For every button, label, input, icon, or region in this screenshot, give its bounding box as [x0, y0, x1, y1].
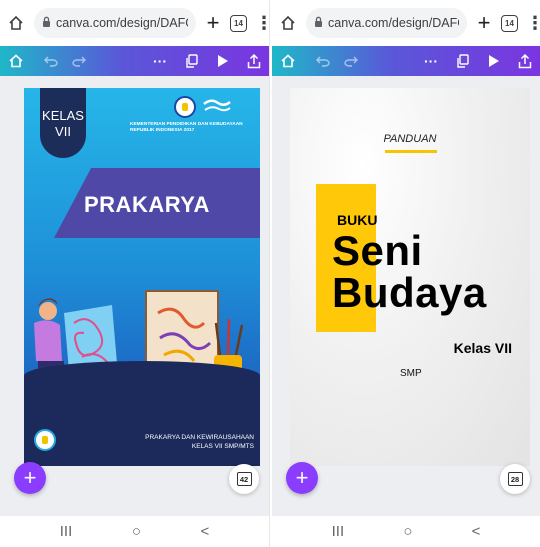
page-count-icon: 28	[507, 472, 523, 486]
add-element-button[interactable]: +	[286, 462, 318, 494]
lock-icon	[42, 14, 51, 32]
cover-footer-text: PRAKARYA DAN KEWIRAUSAHAAN KELAS VII SMP…	[104, 433, 254, 451]
pages-icon[interactable]	[456, 49, 470, 73]
back-nav-icon[interactable]: <	[200, 523, 209, 540]
home-icon[interactable]	[6, 13, 26, 33]
more-options-button[interactable]: ···	[424, 49, 438, 73]
cover-smp: SMP	[400, 368, 422, 379]
play-icon[interactable]	[488, 49, 500, 73]
tab-switcher-button[interactable]: 14	[230, 14, 247, 32]
browser-bar: canva.com/design/DAFG + 14 ⋮	[272, 0, 540, 46]
canva-home-icon[interactable]	[8, 49, 24, 73]
right-pane: canva.com/design/DAFG + 14 ⋮ ··· PANDUAN	[272, 0, 540, 547]
home-nav-icon[interactable]: ○	[403, 523, 412, 540]
footer-line-1: PRAKARYA DAN KEWIRAUSAHAAN	[145, 434, 254, 441]
recents-nav-icon[interactable]: III	[60, 523, 73, 540]
prakarya-cover-page[interactable]: KELAS VII KEMENTERIAN PENDIDIKAN DAN KEB…	[24, 88, 260, 466]
canva-toolbar: ···	[272, 46, 540, 76]
browser-menu-button[interactable]: ⋮	[255, 14, 269, 32]
undo-icon[interactable]	[316, 49, 330, 73]
recents-nav-icon[interactable]: III	[332, 523, 345, 540]
cover-title-line-2: Budaya	[332, 269, 487, 316]
wave-logo	[203, 99, 231, 112]
kicker-underline	[385, 150, 437, 153]
kelas-badge-text: KELAS VII	[42, 108, 84, 139]
design-canvas[interactable]: PANDUAN BUKU Seni Budaya Kelas VII SMP +…	[272, 76, 540, 516]
play-icon[interactable]	[217, 49, 229, 73]
tab-switcher-button[interactable]: 14	[501, 14, 518, 32]
lock-icon	[314, 14, 323, 32]
new-tab-button[interactable]: +	[204, 12, 222, 34]
url-text: canva.com/design/DAFG	[56, 16, 188, 30]
home-nav-icon[interactable]: ○	[132, 523, 141, 540]
browser-bar: canva.com/design/DAFG + 14 ⋮	[0, 0, 269, 46]
add-element-button[interactable]: +	[14, 462, 46, 494]
share-icon[interactable]	[247, 49, 261, 73]
url-text: canva.com/design/DAFG	[328, 16, 459, 30]
share-icon[interactable]	[518, 49, 532, 73]
footer-kemendikbud-logo	[34, 429, 56, 451]
redo-icon[interactable]	[72, 49, 86, 73]
cover-kicker: PANDUAN	[383, 133, 437, 145]
android-nav-bar: III ○ <	[272, 516, 540, 547]
page-count-icon: 42	[236, 472, 252, 486]
new-tab-button[interactable]: +	[475, 12, 493, 34]
cover-buku-label: BUKU	[337, 212, 378, 228]
seni-budaya-cover-page[interactable]: PANDUAN BUKU Seni Budaya Kelas VII SMP	[290, 88, 530, 466]
canva-toolbar: ···	[0, 46, 269, 76]
address-bar[interactable]: canva.com/design/DAFG	[34, 8, 196, 38]
cover-kelas: Kelas VII	[453, 340, 512, 356]
address-bar[interactable]: canva.com/design/DAFG	[306, 8, 467, 38]
back-nav-icon[interactable]: <	[472, 523, 481, 540]
redo-icon[interactable]	[344, 49, 358, 73]
browser-menu-button[interactable]: ⋮	[526, 14, 540, 32]
ministry-text: KEMENTERIAN PENDIDIKAN DAN KEBUDAYAAN RE…	[130, 122, 243, 133]
left-pane: canva.com/design/DAFG + 14 ⋮ ··· KELAS V…	[0, 0, 270, 547]
cover-title: PRAKARYA	[84, 192, 210, 217]
canva-home-icon[interactable]	[280, 49, 296, 73]
android-nav-bar: III ○ <	[0, 516, 269, 547]
kemendikbud-logo	[174, 96, 196, 118]
cover-title-line-1: Seni	[332, 227, 423, 274]
page-navigator-button[interactable]: 42	[229, 464, 259, 494]
design-canvas[interactable]: KELAS VII KEMENTERIAN PENDIDIKAN DAN KEB…	[0, 76, 269, 516]
page-navigator-button[interactable]: 28	[500, 464, 530, 494]
undo-icon[interactable]	[44, 49, 58, 73]
home-icon[interactable]	[278, 13, 298, 33]
more-options-button[interactable]: ···	[153, 49, 167, 73]
pages-icon[interactable]	[185, 49, 199, 73]
kelas-badge: KELAS VII	[40, 88, 86, 158]
footer-line-2: KELAS VII SMP/MTS	[191, 443, 254, 450]
